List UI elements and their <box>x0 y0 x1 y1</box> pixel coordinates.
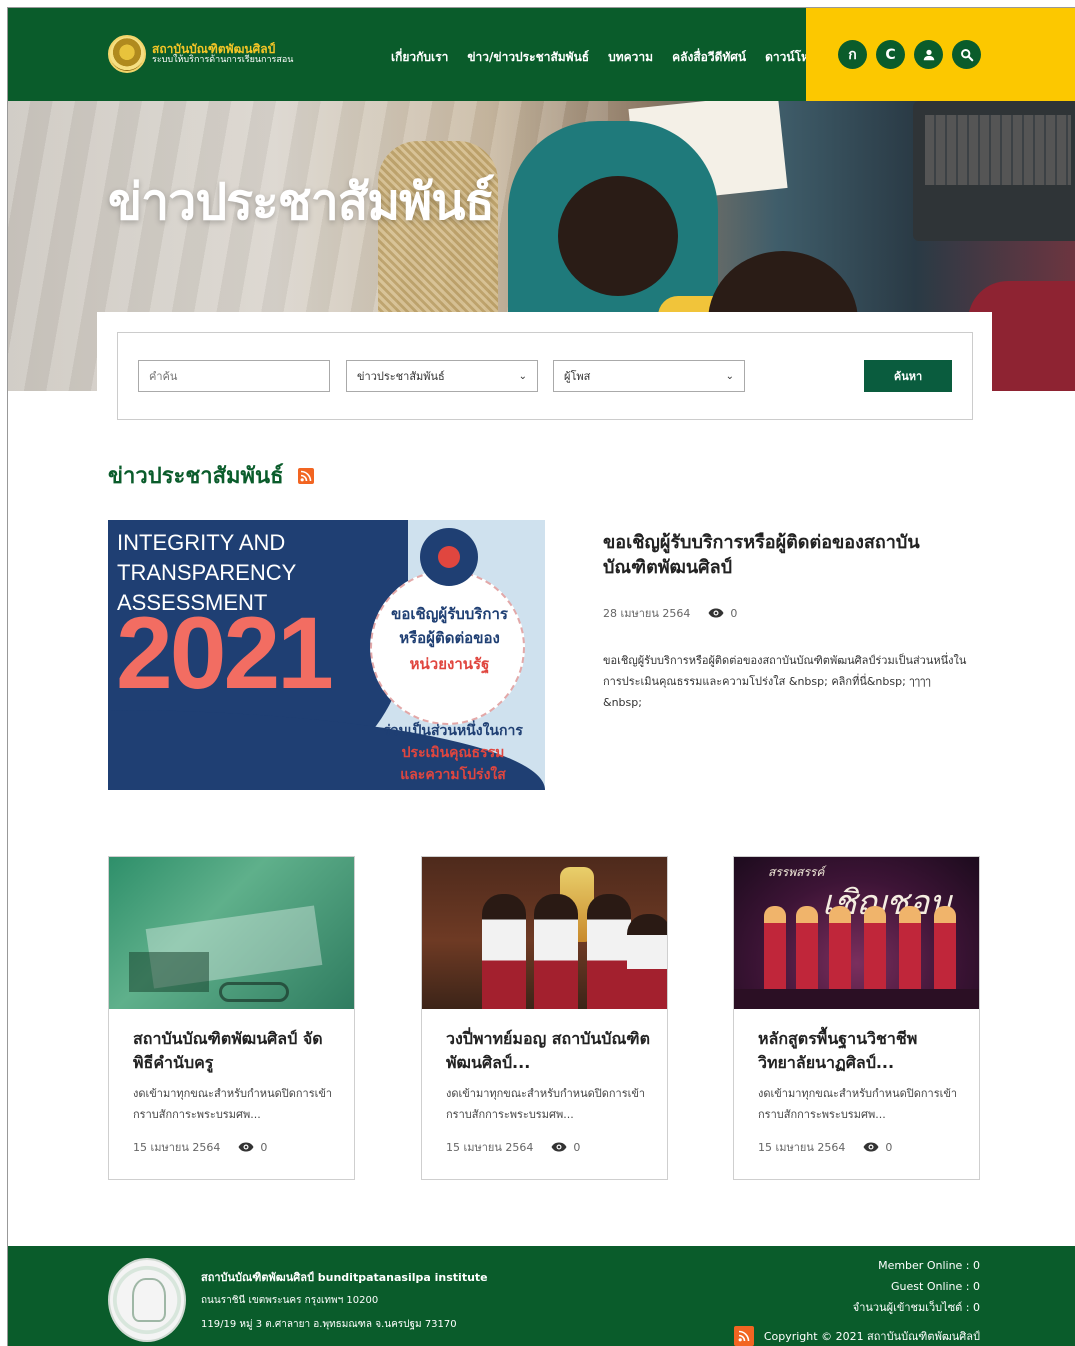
hero-photo-laptop <box>913 101 1075 241</box>
user-button[interactable] <box>914 40 943 69</box>
news-card-image-caption: สรรพสรรค์ <box>768 865 825 879</box>
keyword-input[interactable] <box>138 360 330 392</box>
category-select[interactable]: ข่าวประชาสัมพันธ์ ⌄ <box>346 360 538 392</box>
copyright-text: Copyright © 2021 สถาบันบัณฑิตพัฒนศิลป์ <box>763 1330 980 1343</box>
category-select-value: ข่าวประชาสัมพันธ์ <box>357 370 445 383</box>
featured-views: 0 <box>730 606 738 620</box>
page-frame: สถาบันบัณฑิตพัฒนศิลป์ ระบบให้บริการด้านก… <box>7 7 1075 1346</box>
header-icon-buttons: ก C <box>838 40 981 69</box>
footer-info: สถาบันบัณฑิตพัฒนศิลป์ bunditpatanasilpa … <box>201 1268 488 1341</box>
news-card-views: 0 <box>260 1140 268 1154</box>
news-card-image[interactable]: สรรพสรรค์ เชิญชอบ <box>734 857 979 1009</box>
search-button[interactable] <box>952 40 981 69</box>
search-icon <box>960 48 973 61</box>
hero-photo-student-hair <box>558 176 678 296</box>
featured-image-circle-line2: หรือผู้ติดต่อของ <box>399 629 500 647</box>
search-form: ข่าวประชาสัมพันธ์ ⌄ ผู้โพส ⌄ ค้นหา <box>117 332 973 420</box>
featured-description: ขอเชิญผู้รับบริการหรือผู้ติดต่อของสถาบัน… <box>603 654 967 709</box>
visitor-count: จำนวนผู้เข้าชมเว็บไซต์ : 0 <box>852 1301 980 1314</box>
news-card-title[interactable]: วงปี่พาทย์มอญ สถาบันบัณฑิตพัฒนศิลป์... <box>446 1027 651 1075</box>
featured-image-circle-line1: ขอเชิญผู้รับบริการ <box>391 605 508 623</box>
rss-feed-icon[interactable] <box>297 467 314 484</box>
person-pin-icon <box>420 528 478 586</box>
eye-icon <box>708 608 724 618</box>
site-footer: สถาบันบัณฑิตพัฒนศิลป์ bunditpatanasilpa … <box>8 1246 1075 1346</box>
section-heading: ข่าวประชาสัมพันธ์ <box>108 458 314 493</box>
site-header: สถาบันบัณฑิตพัฒนศิลป์ ระบบให้บริการด้านก… <box>8 8 1075 101</box>
author-select-value: ผู้โพส <box>564 370 591 383</box>
search-submit-button[interactable]: ค้นหา <box>864 360 952 392</box>
eye-icon <box>238 1142 254 1152</box>
font-size-button[interactable]: ก <box>838 40 867 69</box>
featured-image-circle-text: ขอเชิญผู้รับบริการ หรือผู้ติดต่อของ <box>382 602 517 650</box>
featured-image-bottom-line2: ประเมินคุณธรรม <box>401 745 505 761</box>
logo-subtitle: ระบบให้บริการด้านการเรียนการสอน <box>152 54 294 65</box>
guest-online: Guest Online : 0 <box>891 1280 980 1293</box>
search-panel: ข่าวประชาสัมพันธ์ ⌄ ผู้โพส ⌄ ค้นหา <box>97 312 992 422</box>
featured-image-bottom-text: ประเมินคุณธรรม และความโปร่งใส <box>368 742 538 786</box>
footer-copyright: Copyright © 2021 สถาบันบัณฑิตพัฒนศิลป์ <box>733 1326 980 1346</box>
news-card-views: 0 <box>573 1140 581 1154</box>
news-card[interactable]: สถาบันบัณฑิตพัฒนศิลป์ จัดพิธีคำนับครู งด… <box>108 856 355 1180</box>
featured-image-circle-line3: หน่วยงานรัฐ <box>409 655 490 673</box>
news-card-meta: 15 เมษายน 2564 0 <box>133 1138 267 1156</box>
logo-title: สถาบันบัณฑิตพัฒนศิลป์ <box>152 41 276 56</box>
contrast-button[interactable]: C <box>876 40 905 69</box>
footer-org-name: สถาบันบัณฑิตพัฒนศิลป์ bunditpatanasilpa … <box>201 1271 488 1284</box>
institute-seal-icon <box>108 1258 186 1342</box>
news-card-views: 0 <box>885 1140 893 1154</box>
contrast-icon: C <box>885 46 896 63</box>
author-select[interactable]: ผู้โพส ⌄ <box>553 360 745 392</box>
news-card-image[interactable] <box>422 857 667 1009</box>
nav-item-articles[interactable]: บทความ <box>608 48 653 67</box>
font-size-thai-icon: ก <box>848 46 857 63</box>
news-card-image[interactable] <box>109 857 354 1009</box>
eye-icon <box>551 1142 567 1152</box>
news-card-date: 15 เมษายน 2564 <box>446 1141 534 1154</box>
news-card-description: งดเข้ามาทุกขณะสำหรับกำหนดปิดการเข้ากราบส… <box>133 1087 333 1121</box>
rss-feed-icon[interactable] <box>733 1326 754 1346</box>
news-card-description: งดเข้ามาทุกขณะสำหรับกำหนดปิดการเข้ากราบส… <box>446 1087 646 1121</box>
featured-image-line2: TRANSPARENCY <box>117 560 297 585</box>
main-nav: เกี่ยวกับเรา ข่าว/ข่าวประชาสัมพันธ์ บทคว… <box>391 48 824 67</box>
featured-image[interactable]: INTEGRITY AND TRANSPARENCY ASSESSMENT 20… <box>108 520 545 790</box>
eye-icon <box>863 1142 879 1152</box>
news-card-description: งดเข้ามาทุกขณะสำหรับกำหนดปิดการเข้ากราบส… <box>758 1087 958 1121</box>
featured-image-bottom-line3: และความโปร่งใส <box>400 767 506 783</box>
user-icon <box>923 49 934 60</box>
news-card-meta: 15 เมษายน 2564 0 <box>446 1138 580 1156</box>
featured-meta: 28 เมษายน 2564 0 <box>603 604 737 622</box>
page-title: ข่าวประชาสัมพันธ์ <box>108 173 495 231</box>
news-card-date: 15 เมษายน 2564 <box>133 1141 221 1154</box>
nav-item-about[interactable]: เกี่ยวกับเรา <box>391 48 448 67</box>
chevron-down-icon: ⌄ <box>518 370 527 382</box>
news-card[interactable]: สรรพสรรค์ เชิญชอบ หลักสูตรพื้นฐานวิชาชีพ… <box>733 856 980 1180</box>
nav-item-news[interactable]: ข่าว/ข่าวประชาสัมพันธ์ <box>467 48 589 67</box>
news-card-title[interactable]: หลักสูตรพื้นฐานวิชาชีพวิทยาลัยนาฏศิลป์..… <box>758 1027 963 1075</box>
news-card[interactable]: วงปี่พาทย์มอญ สถาบันบัณฑิตพัฒนศิลป์... ง… <box>421 856 668 1180</box>
featured-image-line1: INTEGRITY AND <box>117 530 286 555</box>
member-online: Member Online : 0 <box>878 1259 980 1272</box>
featured-image-year: 2021 <box>116 596 334 710</box>
news-card-meta: 15 เมษายน 2564 0 <box>758 1138 892 1156</box>
chevron-down-icon: ⌄ <box>725 370 734 382</box>
news-card-title[interactable]: สถาบันบัณฑิตพัฒนศิลป์ จัดพิธีคำนับครู <box>133 1027 338 1075</box>
institute-emblem-icon <box>108 35 146 73</box>
featured-title-link[interactable]: ขอเชิญผู้รับบริการหรือผู้ติดต่อของสถาบัน… <box>603 530 963 580</box>
featured-date: 28 เมษายน 2564 <box>603 607 691 620</box>
featured-image-bottom-line1: ร่วมเป็นส่วนหนึ่งในการ <box>383 723 523 739</box>
news-card-date: 15 เมษายน 2564 <box>758 1141 846 1154</box>
section-title: ข่าวประชาสัมพันธ์ <box>108 464 284 489</box>
footer-stats: Member Online : 0 Guest Online : 0 จำนวน… <box>853 1255 980 1318</box>
footer-address-1: ถนนราชินี เขตพระนคร กรุงเทพฯ 10200 <box>201 1295 379 1306</box>
site-logo[interactable]: สถาบันบัณฑิตพัฒนศิลป์ ระบบให้บริการด้านก… <box>108 35 293 73</box>
footer-address-2: 119/19 หมู่ 3 ต.ศาลายา อ.พุทธมณฑล จ.นครป… <box>201 1319 457 1330</box>
nav-item-video-library[interactable]: คลังสื่อวีดีทัศน์ <box>672 48 746 67</box>
